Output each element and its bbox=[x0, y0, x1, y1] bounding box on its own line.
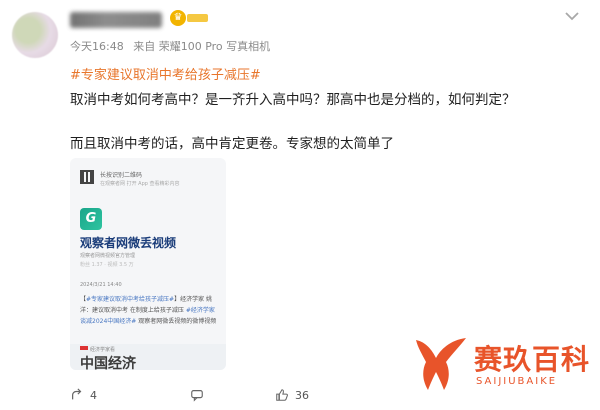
card-summary: 【#专家建议取消中考给孩子减压#】经济学家 姚洋：建议取消中考 在制度上给孩子减… bbox=[80, 294, 220, 327]
post-time: 今天16:48 bbox=[70, 40, 124, 53]
vip-badge: ♛ bbox=[170, 9, 210, 27]
comment-icon bbox=[191, 390, 203, 402]
share-count: 4 bbox=[90, 388, 97, 402]
watermark-brand: 赛玖百科 bbox=[474, 343, 591, 376]
comment-button[interactable] bbox=[190, 385, 210, 405]
like-icon bbox=[276, 389, 288, 401]
share-button[interactable]: 4 bbox=[70, 385, 97, 405]
username-blurred[interactable] bbox=[70, 12, 162, 28]
post-text-line2: 而且取消中考的话，高中肯定更卷。专家想的太简单了 bbox=[70, 136, 394, 152]
weibo-post: ♛ 今天16:48 来自 荣耀100 Pro 写真相机 #专家建议取消中考给孩子… bbox=[0, 0, 600, 410]
summary-end: 观察者网微丢视频的微博视频 bbox=[136, 318, 217, 325]
banner-small: 经济学家看 bbox=[90, 347, 116, 353]
crown-icon: ♛ bbox=[170, 10, 186, 26]
qr-sub: 在观察者网 打开 App 查看精彩内容 bbox=[100, 181, 180, 187]
avatar[interactable] bbox=[12, 12, 58, 58]
summary-tag: #专家建议取消中考给孩子减压# bbox=[86, 296, 175, 303]
channel-logo: G bbox=[80, 208, 102, 230]
post-meta: 今天16:48 来自 荣耀100 Pro 写真相机 bbox=[70, 38, 276, 54]
channel-name: 观察者网微丢视频 bbox=[80, 236, 177, 250]
card-date: 2024/3/21 14:40 bbox=[80, 282, 122, 288]
watermark-logo: 赛玖百科 SAIJIUBAIKE bbox=[410, 330, 600, 410]
channel-sub: 观察者网微视频官方管理 bbox=[80, 253, 136, 259]
like-count: 36 bbox=[295, 388, 309, 402]
qr-code-icon bbox=[80, 170, 94, 184]
chevron-down-icon[interactable] bbox=[563, 10, 581, 24]
share-icon bbox=[72, 388, 82, 400]
post-text-line1: 取消中考如何考高中？是一齐升入高中吗？那高中也是分档的，如何判定？ bbox=[70, 92, 516, 108]
like-button[interactable]: 36 bbox=[275, 385, 309, 405]
hashtag-link[interactable]: #专家建议取消中考给孩子减压# bbox=[70, 64, 261, 83]
banner-title: 中国经济 bbox=[80, 356, 136, 370]
qr-label: 长按识别二维码 bbox=[100, 172, 143, 179]
watermark-sub: SAIJIUBAIKE bbox=[476, 376, 558, 387]
channel-stats: 粉丝 1.37 · 视频 3.5 万 bbox=[80, 262, 134, 268]
banner-marker bbox=[80, 346, 88, 350]
shared-image-card[interactable]: 长按识别二维码 在观察者网 打开 App 查看精彩内容 G 观察者网微丢视频 观… bbox=[70, 158, 226, 370]
post-source[interactable]: 来自 荣耀100 Pro 写真相机 bbox=[133, 40, 270, 53]
whale-tail-icon bbox=[416, 338, 466, 390]
vip-level-bar bbox=[187, 14, 208, 22]
card-banner: 经济学家看 中国经济 bbox=[70, 344, 226, 370]
